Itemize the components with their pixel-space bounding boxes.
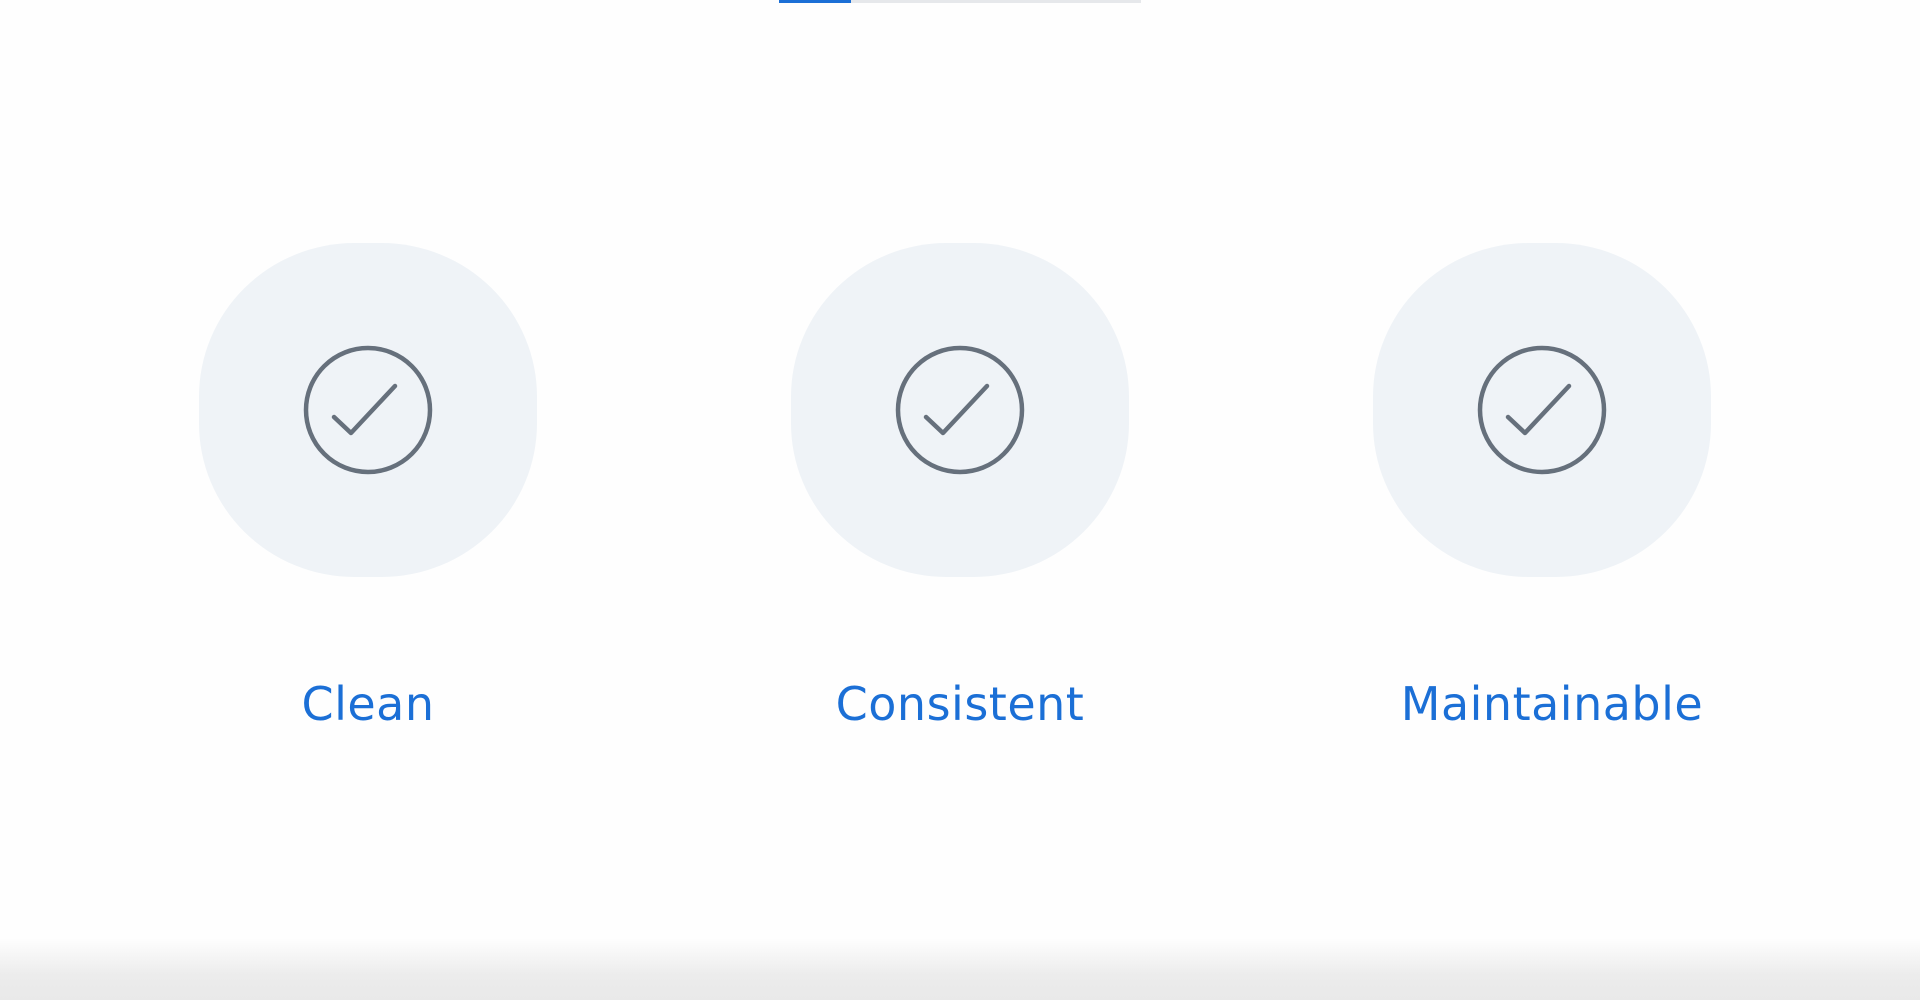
progress-bar <box>779 0 1141 3</box>
icon-backdrop <box>791 243 1129 577</box>
check-circle-icon <box>895 345 1025 475</box>
feature-label: Maintainable <box>1400 677 1704 731</box>
icon-backdrop <box>199 243 537 577</box>
feature-consistent: Consistent <box>791 243 1129 731</box>
feature-label: Consistent <box>835 677 1085 731</box>
icon-backdrop <box>1373 243 1711 577</box>
check-circle-icon <box>1477 345 1607 475</box>
feature-clean: Clean <box>199 243 537 731</box>
progress-bar-fill <box>779 0 852 3</box>
bottom-shade <box>0 938 1920 1000</box>
feature-label: Clean <box>301 677 435 731</box>
slide-page: Clean Consistent Maintainable <box>0 0 1920 1000</box>
check-circle-icon <box>303 345 433 475</box>
feature-maintainable: Maintainable <box>1373 243 1711 731</box>
